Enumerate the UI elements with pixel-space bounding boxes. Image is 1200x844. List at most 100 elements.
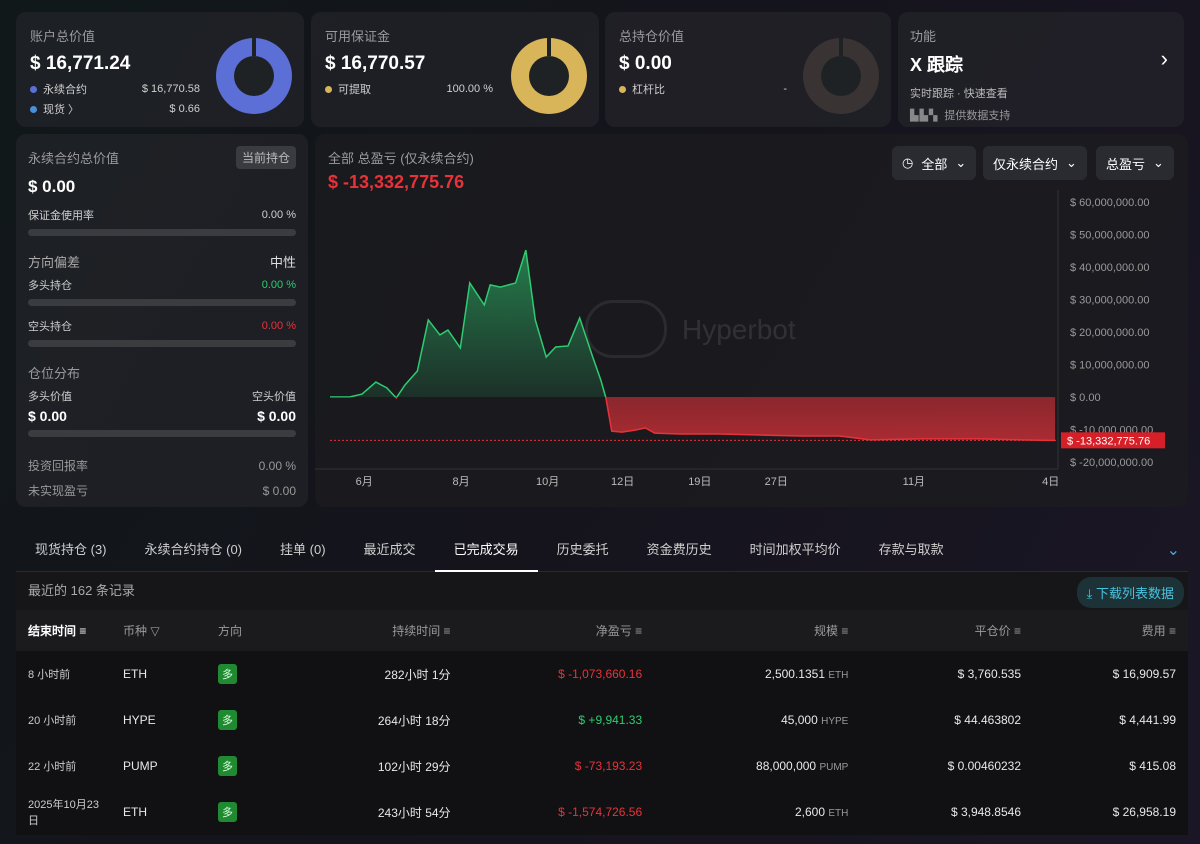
net-pnl: $ -1,574,726.56 [558,805,643,819]
tab-0[interactable]: 现货持仓 (3) [16,530,126,572]
tab-8[interactable]: 存款与取款 [860,530,963,572]
col-close-price[interactable]: 平仓价 ≡ [860,610,1034,651]
spot-label: 现货 〉 [43,104,80,116]
x-tracking-card[interactable]: 功能 X 跟踪 实时跟踪 · 快速查看 ▙▙▚ 提供数据支持 › [898,12,1184,127]
account-total-card: 账户总价值 $ 16,771.24 永续合约 $ 16,770.58 现货 〉 $ … [16,12,304,127]
table-row[interactable]: 8 小时前 ETH 多 282小时 1分 $ -1,073,660.16 2,5… [16,651,1188,697]
y-tick-label: $ 40,000,000.00 [1070,262,1150,274]
spot-value: $ 0.66 [169,103,200,115]
bias-label: 方向偏差 [28,255,81,270]
distribution-bar [28,430,296,437]
x-tick-label: 11月 [903,476,925,488]
clock-icon: ◷ [902,155,914,170]
table-row[interactable]: 22 小时前 PUMP 多 102小时 29分 $ -73,193.23 88,… [16,743,1188,789]
net-pnl: $ +9,941.33 [578,713,643,727]
x-tracking-title: X 跟踪 [910,55,964,75]
x-tick-label: 19日 [688,476,711,488]
chevron-down-icon: ⌄ [955,155,967,170]
duration: 102小时 29分 [377,759,451,774]
bbx-logo: ▙▙▚ [910,110,939,122]
time-range-dropdown[interactable]: ◷ 全部 ⌄ [892,146,977,180]
card-label: 功能 [910,29,937,44]
size-unit: ETH [828,670,849,681]
x-tick-label: 27日 [765,476,788,488]
time-range-label: 全部 [921,156,948,172]
market-type-dropdown[interactable]: 仅永续合约 ⌄ [983,146,1087,180]
table-row[interactable]: 2025年10月23日 ETH 多 243小时 54分 $ -1,574,726… [16,789,1188,835]
coin: PUMP [123,759,158,773]
y-tick-label: $ 20,000,000.00 [1070,327,1150,339]
tab-2[interactable]: 挂单 (0) [261,530,345,572]
download-button[interactable]: ⤓ 下载列表数据 [1076,577,1184,608]
x-tick-label: 12日 [611,476,634,488]
provider-text: 提供数据支持 [944,110,1011,122]
size-unit: HYPE [821,716,849,727]
fee: $ 26,958.19 [1112,805,1176,819]
roi-value: 0.00 % [258,458,296,473]
distribution-label: 仓位分布 [28,366,81,381]
perp-label: 永续合约 [43,84,87,96]
col-pnl[interactable]: 净盈亏 ≡ [462,610,655,651]
col-size[interactable]: 规模 ≡ [654,610,861,651]
spot-link[interactable]: 现货 〉 $ 0.66 [30,101,200,117]
upnl-value: $ 0.00 [262,483,296,498]
net-pnl: $ -73,193.23 [574,759,643,773]
close-price: $ 0.00460232 [947,759,1022,773]
col-end-time[interactable]: 结束时间 ≡ [16,610,111,651]
metric-dropdown[interactable]: 总盈亏 ⌄ [1096,146,1174,180]
col-coin[interactable]: 币种 ▽ [111,610,206,651]
coin: ETH [123,667,147,681]
completed-trades-table: 结束时间 ≡ 币种 ▽ 方向 持续时间 ≡ 净盈亏 ≡ 规模 ≡ 平仓价 ≡ 费… [16,610,1188,835]
chevron-down-icon: ⌄ [1066,155,1077,170]
size: 88,000,000 [756,759,817,773]
x-tracking-subtitle: 实时跟踪 · 快速查看 [910,88,1008,100]
close-price: $ 44.463802 [954,713,1022,727]
leverage-dot [619,86,626,93]
perp-summary-panel: 永续合约总价值 当前持仓 $ 0.00 保证金使用率 0.00 % 方向偏差 中性 多… [16,134,308,507]
x-tick-label: 4日 [1042,476,1059,488]
leverage-label: 杠杆比 [632,84,665,96]
margin-donut-chart [511,38,587,114]
tab-3[interactable]: 最近成交 [345,530,435,572]
direction-badge: 多 [218,664,237,684]
tab-6[interactable]: 资金费历史 [628,530,731,572]
upnl-label: 未实现盈亏 [28,484,89,498]
short-bar [28,340,296,347]
short-value-label: 空头价值 [252,391,296,403]
size-unit: PUMP [819,762,849,773]
tab-1[interactable]: 永续合约持仓 (0) [126,530,262,572]
y-tick-label: $ 50,000,000.00 [1070,230,1150,242]
long-value-label: 多头价值 [28,391,72,403]
short-value: $ 0.00 [257,408,296,424]
y-tick-label: $ 0.00 [1070,392,1101,404]
current-positions-badge[interactable]: 当前持仓 [235,146,296,169]
table-row[interactable]: 20 小时前 HYPE 多 264小时 18分 $ +9,941.33 45,0… [16,697,1188,743]
fee: $ 4,441.99 [1119,713,1176,727]
y-tick-label: $ -20,000,000.00 [1070,457,1153,469]
perp-title: 永续合约总价值 [28,151,120,166]
bias-value: 中性 [269,255,296,270]
col-duration[interactable]: 持续时间 ≡ [291,610,463,651]
end-time: 20 小时前 [28,715,77,727]
close-price: $ 3,760.535 [957,667,1022,681]
available-margin-card: 可用保证金 $ 16,770.57 可提取 100.00 % [311,12,599,127]
chevron-right-icon[interactable]: › [1161,46,1168,72]
duration: 264小时 18分 [377,713,451,728]
tab-5[interactable]: 历史委托 [538,530,628,572]
metric-label: 总盈亏 [1106,156,1146,172]
chart-title: 全部 总盈亏 (仅永续合约) [328,151,474,166]
download-label: 下载列表数据 [1095,586,1174,601]
withdrawable-label: 可提取 [338,84,371,96]
fee: $ 16,909.57 [1112,667,1176,681]
fee: $ 415.08 [1129,759,1176,773]
collapse-chevron-icon[interactable]: ⌄ [1167,540,1180,560]
withdrawable-value: 100.00 % [446,83,493,95]
tab-7[interactable]: 时间加权平均价 [731,530,860,572]
withdrawable-dot [325,86,332,93]
direction-badge: 多 [218,710,237,730]
tab-4[interactable]: 已完成交易 [434,530,538,572]
long-pct: 0.00 % [261,279,296,291]
direction-badge: 多 [218,756,237,776]
col-fee[interactable]: 费用 ≡ [1033,610,1188,651]
pnl-area-chart: $ 60,000,000.00 $ 50,000,000.00 $ 40,000,0… [315,190,1165,488]
